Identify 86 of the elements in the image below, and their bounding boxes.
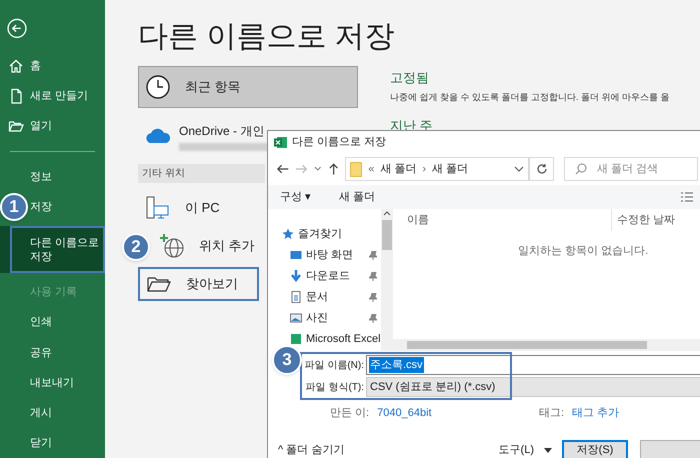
caret-down-icon xyxy=(544,448,552,453)
save-button[interactable]: 저장(S) xyxy=(562,440,628,458)
back-arrow-icon xyxy=(276,163,290,175)
folder-icon xyxy=(350,162,362,176)
star-icon xyxy=(282,228,294,240)
step-number-badge: 3 xyxy=(272,345,302,375)
path-separator: « xyxy=(368,162,374,177)
sidebar-item[interactable]: 게시 xyxy=(30,398,105,428)
location-item[interactable]: 이 PC xyxy=(138,191,227,225)
sidebar-item[interactable]: 인쇄 xyxy=(30,307,105,338)
meta-link[interactable]: 7040_64bit xyxy=(377,405,432,422)
globe-plus-icon xyxy=(159,233,185,259)
field-label: 파일 형식(T): xyxy=(304,380,365,394)
sidebar-item[interactable]: 저장 xyxy=(30,192,105,222)
sidebar-item[interactable]: 홈 xyxy=(0,50,105,81)
down-arrow-icon xyxy=(290,270,302,282)
sidebar-item[interactable]: 닫기 xyxy=(30,428,105,458)
spreadsheet-app-icon xyxy=(274,136,287,148)
column-header[interactable]: 수정한 날짜 xyxy=(611,209,676,231)
field-label: 파일 이름(N): xyxy=(304,358,365,372)
refresh-icon xyxy=(536,163,548,175)
chevron-down-icon xyxy=(314,166,322,172)
step-number-badge: 1 xyxy=(0,193,28,222)
new-folder-button[interactable]: 새 폴더 xyxy=(339,188,376,206)
cancel-button[interactable] xyxy=(640,440,700,458)
navigation-item[interactable]: 사진 xyxy=(282,309,328,327)
scrollbar-thumb[interactable] xyxy=(407,341,647,349)
path-segment[interactable]: 새 폴더 xyxy=(380,160,416,178)
tools-menu[interactable]: 도구(L) xyxy=(498,442,552,458)
file-type-dropdown[interactable]: CSV (쉼표로 분리) (*.csv) xyxy=(366,377,700,397)
sidebar-item[interactable]: 내보내기 xyxy=(30,368,105,398)
pin-icon xyxy=(369,292,377,302)
view-options-icon xyxy=(680,192,694,202)
selected-text: 주소록.csv xyxy=(369,356,424,374)
section-header: 기타 위치 xyxy=(138,164,265,183)
pin-icon xyxy=(369,272,377,280)
meta-label: 태그: xyxy=(539,406,564,421)
window-title: 다른 이름으로 저장 xyxy=(292,134,386,150)
sidebar-item[interactable]: 정보 xyxy=(30,162,105,192)
sidebar-item[interactable]: 공유 xyxy=(30,338,105,368)
step-number-badge: 2 xyxy=(122,233,150,261)
forward-arrow-icon xyxy=(295,163,308,175)
navigation-item[interactable]: Microsoft Excel xyxy=(282,330,381,348)
clock-icon xyxy=(145,74,171,100)
chevron-up-icon xyxy=(383,211,391,216)
spreadsheet-app-icon xyxy=(290,333,302,345)
navigation-item[interactable]: 즐겨찾기 xyxy=(282,225,342,243)
sidebar-item[interactable]: 새로 만들기 xyxy=(0,80,105,111)
location-item[interactable]: 위치 추가 xyxy=(152,229,262,263)
meta-link[interactable]: 태그 추가 xyxy=(572,405,620,422)
house-icon xyxy=(8,58,24,74)
navigation-item[interactable]: 문서 xyxy=(282,288,328,306)
sidebar-item[interactable]: 다른 이름으로 저장 xyxy=(10,226,105,274)
path-separator: › xyxy=(422,162,426,177)
path-segment[interactable]: 새 폴더 xyxy=(432,160,468,178)
meta-label: 만든 이: xyxy=(330,406,370,421)
organize-menu[interactable]: 구성 ▾ xyxy=(280,188,312,206)
scrollbar[interactable] xyxy=(381,209,393,351)
pinned-description: 나중에 쉽게 찾을 수 있도록 폴더를 고정합니다. 폴더 위에 마우스를 올 xyxy=(390,90,671,104)
search-icon xyxy=(575,163,587,175)
scrollbar-thumb[interactable] xyxy=(382,220,392,250)
chevron-down-icon xyxy=(514,166,524,172)
pin-icon xyxy=(369,250,377,260)
horizontal-scrollbar[interactable] xyxy=(393,339,700,351)
up-arrow-icon xyxy=(328,162,340,176)
search-input[interactable]: 새 폴더 검색 xyxy=(597,160,687,178)
filename-field[interactable]: 주소록.csv xyxy=(366,355,700,375)
navigation-item[interactable]: 다운로드 xyxy=(282,267,350,285)
section-heading: 고정됨 xyxy=(390,69,430,87)
sidebar-item[interactable]: 열기 xyxy=(0,110,105,142)
computer-icon xyxy=(145,195,171,221)
location-item[interactable]: 최근 항목 xyxy=(138,66,358,108)
picture-icon xyxy=(290,312,302,324)
pin-icon xyxy=(369,314,377,322)
search-field[interactable]: 새 폴더 검색 xyxy=(564,157,698,181)
hide-folders-button[interactable]: ^ 폴더 숨기기 xyxy=(278,442,344,458)
location-item[interactable]: 찾아보기 xyxy=(138,267,259,301)
empty-message: 일치하는 항목이 없습니다. xyxy=(518,244,650,259)
refresh-button[interactable] xyxy=(529,157,554,181)
page-title: 다른 이름으로 저장 xyxy=(138,19,395,55)
location-label: OneDrive - 개인 xyxy=(179,122,266,140)
navigation-item[interactable]: 바탕 화면 xyxy=(282,246,354,264)
column-header[interactable]: 이름 xyxy=(393,212,611,228)
monitor-icon xyxy=(290,249,302,261)
address-bar[interactable]: « 새 폴더 › 새 폴더 xyxy=(345,157,530,181)
document-icon xyxy=(290,291,302,303)
